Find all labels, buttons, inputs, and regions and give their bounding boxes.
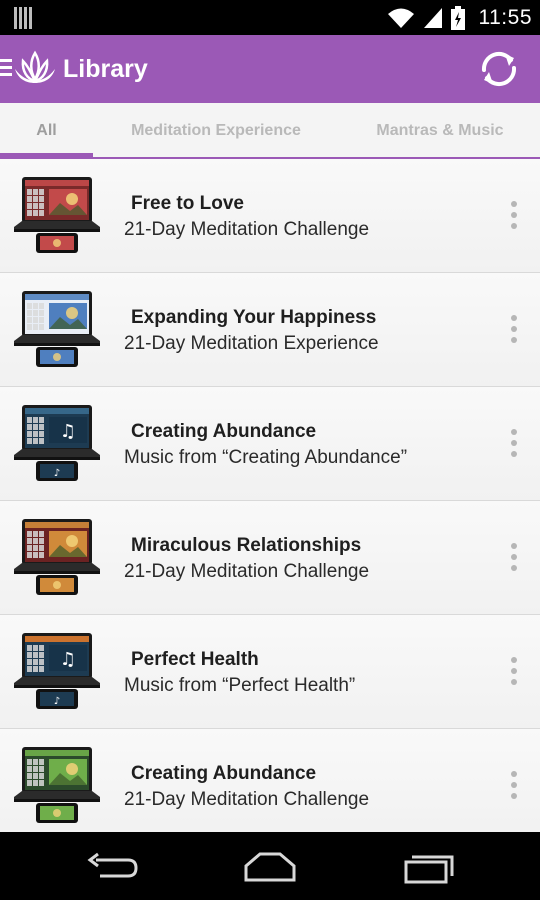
recents-icon[interactable]	[398, 850, 458, 884]
wifi-icon	[387, 8, 414, 28]
tab-mantras-music[interactable]: Mantras & Music	[360, 103, 520, 159]
list-item[interactable]: ♫ ♪ Perfect Health Music from “Perfect He…	[0, 615, 540, 729]
item-subtitle: 21-Day Meditation Challenge	[124, 561, 370, 582]
item-subtitle: 21-Day Meditation Challenge	[124, 789, 370, 810]
program-thumbnail	[14, 291, 100, 367]
tab-all[interactable]: All	[0, 103, 93, 159]
list-item[interactable]: Creating Abundance 21-Day Meditation Cha…	[0, 729, 540, 832]
more-vert-icon[interactable]	[510, 543, 518, 573]
list-item[interactable]: ♫ ♪ Creating Abundance Music from “Creati…	[0, 387, 540, 501]
more-vert-icon[interactable]	[510, 201, 518, 231]
item-title: Creating Abundance	[131, 421, 317, 442]
tab-meditation-experience[interactable]: Meditation Experience	[110, 103, 322, 159]
svg-text:♪: ♪	[54, 468, 60, 479]
refresh-icon[interactable]	[478, 48, 520, 90]
menu-icon[interactable]	[0, 59, 12, 77]
program-thumbnail	[14, 519, 100, 595]
battery-icon	[450, 5, 465, 30]
page-title: Library	[63, 55, 148, 83]
status-time: 11:55	[478, 5, 532, 29]
notification-icon	[14, 7, 32, 29]
tab-bar: All Meditation Experience Mantras & Musi…	[0, 103, 540, 159]
list-item[interactable]: Expanding Your Happiness 21-Day Meditati…	[0, 273, 540, 387]
item-title: Free to Love	[131, 193, 244, 214]
library-list: Free to Love 21-Day Meditation Challenge…	[0, 159, 540, 832]
more-vert-icon[interactable]	[510, 315, 518, 345]
svg-text:♪: ♪	[54, 696, 60, 707]
signal-icon	[423, 7, 442, 28]
more-vert-icon[interactable]	[510, 657, 518, 687]
item-subtitle: 21-Day Meditation Experience	[124, 333, 379, 354]
program-thumbnail	[14, 177, 100, 253]
more-vert-icon[interactable]	[510, 771, 518, 801]
lotus-icon[interactable]	[13, 49, 57, 89]
item-subtitle: Music from “Creating Abundance”	[124, 447, 408, 468]
status-bar: 11:55	[0, 0, 540, 35]
list-item[interactable]: Miraculous Relationships 21-Day Meditati…	[0, 501, 540, 615]
item-title: Expanding Your Happiness	[131, 307, 377, 328]
program-thumbnail: ♫♪	[14, 405, 100, 481]
item-subtitle: 21-Day Meditation Challenge	[124, 219, 370, 240]
item-title: Perfect Health	[131, 649, 259, 670]
app-bar: Library	[0, 35, 540, 103]
item-title: Creating Abundance	[131, 763, 317, 784]
program-thumbnail	[14, 747, 100, 823]
list-item[interactable]: Free to Love 21-Day Meditation Challenge	[0, 159, 540, 273]
system-nav-bar	[0, 832, 540, 900]
svg-text:♫: ♫	[60, 421, 76, 442]
back-icon[interactable]	[82, 850, 142, 884]
item-title: Miraculous Relationships	[131, 535, 362, 556]
item-subtitle: Music from “Perfect Health”	[124, 675, 356, 696]
program-thumbnail: ♫♪	[14, 633, 100, 709]
home-icon[interactable]	[240, 850, 300, 884]
svg-text:♫: ♫	[60, 649, 76, 670]
more-vert-icon[interactable]	[510, 429, 518, 459]
